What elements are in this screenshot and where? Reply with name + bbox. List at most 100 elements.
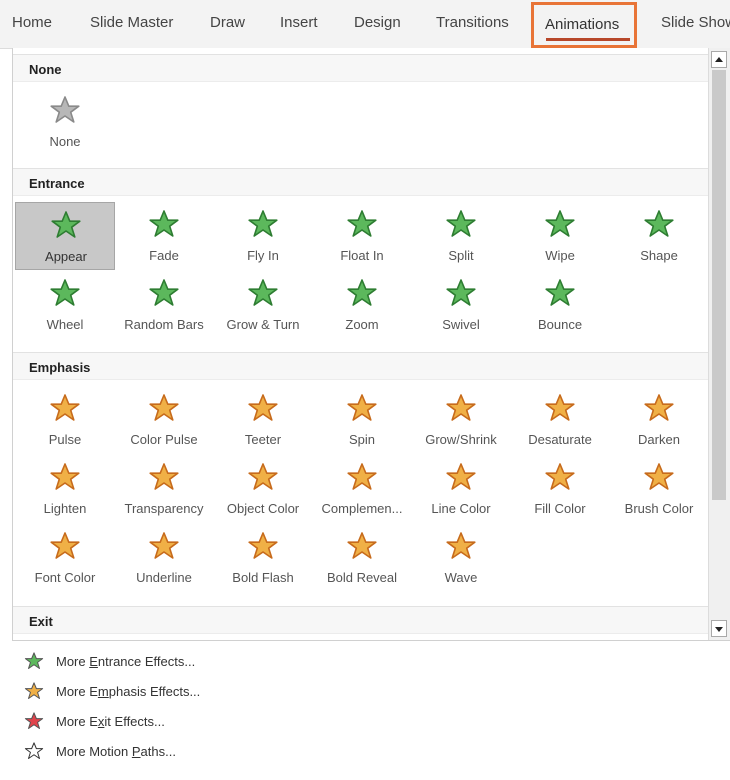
appear-star-icon [51,211,81,238]
effect-underline[interactable]: Underline [114,524,214,592]
gallery-scrollbar[interactable] [708,48,730,640]
tab-slide-master[interactable]: Slide Master [90,14,173,31]
effect-label: Split [448,248,474,263]
effect-bold-reveal[interactable]: Bold Reveal [312,524,412,592]
section-exit-header: Exit [13,606,711,634]
tab-transitions[interactable]: Transitions [436,14,509,31]
brush-color-star-icon [644,463,674,490]
effect-pulse[interactable]: Pulse [15,386,115,454]
wheel-star-icon [50,279,80,306]
tab-draw[interactable]: Draw [210,14,245,31]
complementary-color-star-icon [347,463,377,490]
tab-insert[interactable]: Insert [280,14,318,31]
effect-transparency[interactable]: Transparency [114,455,214,523]
color-pulse-star-icon [149,394,179,421]
section-title: Emphasis [29,360,91,375]
menu-item-label: More Exit Effects... [56,714,165,729]
effect-label: Fade [149,248,179,263]
arrow-up-icon [715,57,723,62]
effect-teeter[interactable]: Teeter [213,386,313,454]
zoom-star-icon [347,279,377,306]
effect-star-none[interactable]: None [15,88,115,156]
effect-label: Bold Flash [232,570,294,585]
effect-color-pulse[interactable]: Color Pulse [114,386,214,454]
effect-fill-color[interactable]: Fill Color [510,455,610,523]
fill-color-star-icon [545,463,575,490]
active-tab-underline [546,38,630,41]
menu-item-label: More Entrance Effects... [56,654,196,669]
effect-bold-flash[interactable]: Bold Flash [213,524,313,592]
darken-star-icon [644,394,674,421]
effect-swivel[interactable]: Swivel [411,271,511,339]
effect-font-color[interactable]: Font Color [15,524,115,592]
effect-label: Wipe [545,248,575,263]
section-none-header: None [13,54,711,82]
effect-spin[interactable]: Spin [312,386,412,454]
tab-design[interactable]: Design [354,14,401,31]
effect-label: Lighten [43,501,87,516]
effect-darken[interactable]: Darken [609,386,709,454]
section-title: Entrance [29,176,85,191]
effect-label: Object Color [226,501,300,516]
fade-star-icon [149,210,179,237]
effect-line-color[interactable]: Line Color [411,455,511,523]
tab-animations-highlight: Animations [531,2,637,48]
tab-home[interactable]: Home [12,14,52,31]
effect-label: Zoom [345,317,379,332]
underline-star-icon [149,532,179,559]
fly-in-star-icon [248,210,278,237]
effect-float-in[interactable]: Float In [312,202,412,270]
effect-split[interactable]: Split [411,202,511,270]
menu-item-entrance-effects[interactable]: More Entrance Effects... [12,647,412,677]
tab-animations[interactable]: Animations [545,16,619,33]
effect-zoom[interactable]: Zoom [312,271,412,339]
menu-item-exit-effects[interactable]: More Exit Effects... [12,707,412,737]
effect-grow-shrink[interactable]: Grow/Shrink [411,386,511,454]
section-title: Exit [29,614,53,629]
section-emphasis-header: Emphasis [13,352,711,380]
effect-label: Brush Color [624,501,694,516]
effect-object-color[interactable]: Object Color [213,455,313,523]
scroll-down-button[interactable] [711,620,727,637]
effect-wipe[interactable]: Wipe [510,202,610,270]
effect-complementary-color[interactable]: Complemen... [312,455,412,523]
effect-wheel[interactable]: Wheel [15,271,115,339]
effect-grow-turn[interactable]: Grow & Turn [213,271,313,339]
effect-random-bars[interactable]: Random Bars [114,271,214,339]
effect-appear[interactable]: Appear [15,202,115,270]
effect-bounce[interactable]: Bounce [510,271,610,339]
float-in-star-icon [347,210,377,237]
arrow-down-icon [715,627,723,632]
effect-fade[interactable]: Fade [114,202,214,270]
scroll-up-button[interactable] [711,51,727,68]
effect-lighten[interactable]: Lighten [15,455,115,523]
effect-brush-color[interactable]: Brush Color [609,455,709,523]
split-star-icon [446,210,476,237]
scroll-thumb[interactable] [712,70,726,500]
tab-slide-show[interactable]: Slide Show [661,14,730,31]
effect-label: Grow & Turn [226,317,300,332]
effect-label: Random Bars [124,317,204,332]
effect-label: Transparency [124,501,204,516]
random-bars-star-icon [149,279,179,306]
motion-paths-icon [24,742,44,759]
menu-item-emphasis-effects[interactable]: More Emphasis Effects... [12,677,412,707]
menu-item-label: More Motion Paths... [56,744,176,759]
effect-label: Spin [348,432,376,447]
bold-flash-star-icon [248,532,278,559]
line-color-star-icon [446,463,476,490]
wave-star-icon [446,532,476,559]
effect-label: Font Color [34,570,96,585]
effect-fly-in[interactable]: Fly In [213,202,313,270]
effect-shape[interactable]: Shape [609,202,709,270]
effect-label: Fill Color [534,501,586,516]
effect-label: Appear [45,249,87,264]
star-none-icon [50,96,80,123]
bold-reveal-star-icon [347,532,377,559]
effect-desaturate[interactable]: Desaturate [510,386,610,454]
menu-item-motion-paths[interactable]: More Motion Paths... [12,737,412,767]
desaturate-star-icon [545,394,575,421]
effect-wave[interactable]: Wave [411,524,511,592]
font-color-star-icon [50,532,80,559]
effect-label: Shape [640,248,678,263]
